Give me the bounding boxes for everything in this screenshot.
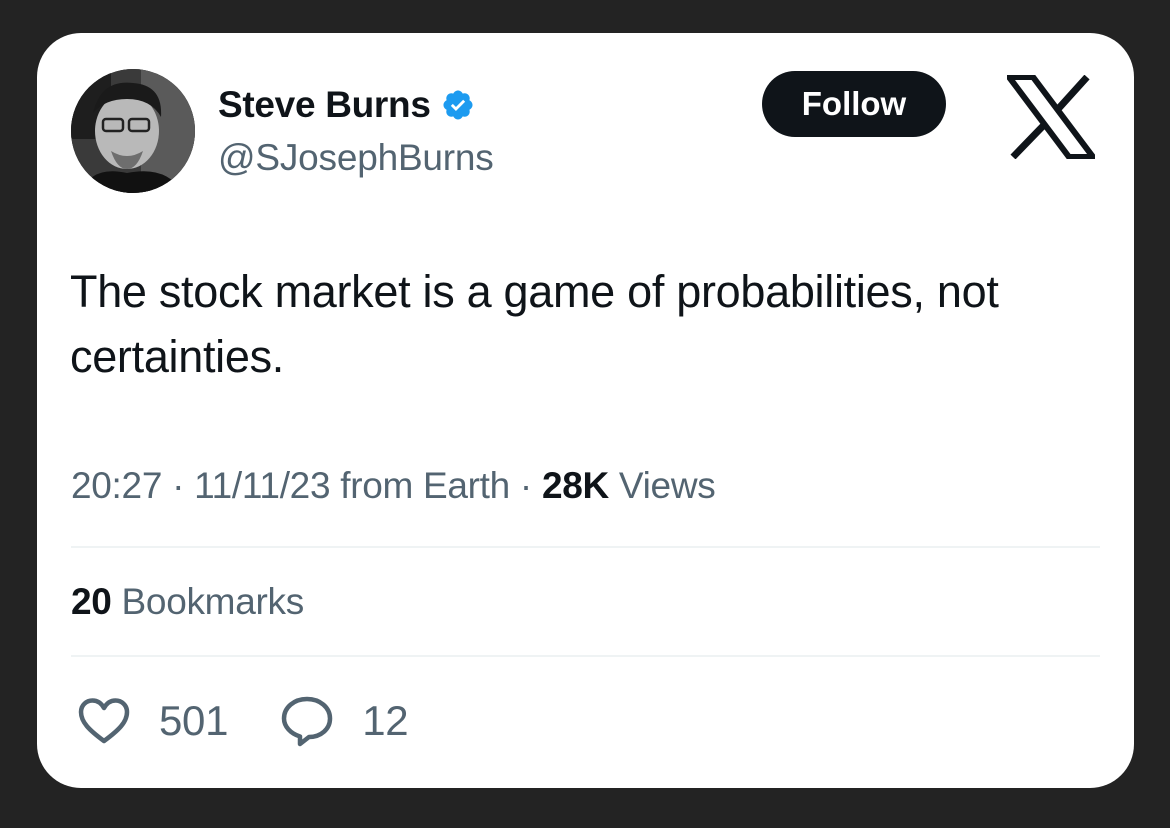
tweet-actions: 501 12 — [77, 693, 409, 749]
follow-button[interactable]: Follow — [762, 71, 946, 137]
meta-separator: · — [519, 465, 532, 506]
avatar-photo — [71, 69, 195, 193]
tweet-card: Steve Burns @SJosephBurns Follow The sto… — [37, 33, 1134, 788]
divider — [71, 546, 1100, 548]
like-button[interactable]: 501 — [77, 697, 228, 745]
bookmarks-label: Bookmarks — [121, 581, 305, 622]
meta-separator: · — [172, 465, 185, 506]
views-count: 28K — [541, 465, 609, 506]
tweet-location: from Earth — [340, 465, 510, 506]
tweet-meta: 20:27 · 11/11/23 from Earth · 28K Views — [71, 465, 716, 507]
x-logo-icon[interactable] — [1003, 74, 1099, 160]
author-handle[interactable]: @SJosephBurns — [218, 137, 494, 179]
tweet-text: The stock market is a game of probabilit… — [70, 266, 999, 382]
avatar[interactable] — [71, 69, 195, 193]
verified-badge-icon — [441, 88, 475, 122]
tweet-date[interactable]: 11/11/23 — [194, 465, 330, 506]
divider — [71, 655, 1100, 657]
tweet-time[interactable]: 20:27 — [71, 465, 162, 506]
views-label: Views — [618, 465, 716, 506]
bookmarks-stat[interactable]: 20 Bookmarks — [71, 581, 304, 623]
reply-icon — [280, 695, 334, 747]
bookmarks-count: 20 — [71, 581, 112, 622]
like-count: 501 — [159, 697, 229, 744]
reply-count: 12 — [362, 697, 409, 744]
heart-icon — [77, 697, 131, 745]
reply-button[interactable]: 12 — [280, 695, 409, 747]
author-display-name[interactable]: Steve Burns — [218, 84, 431, 126]
author-name-row: Steve Burns — [218, 83, 475, 127]
